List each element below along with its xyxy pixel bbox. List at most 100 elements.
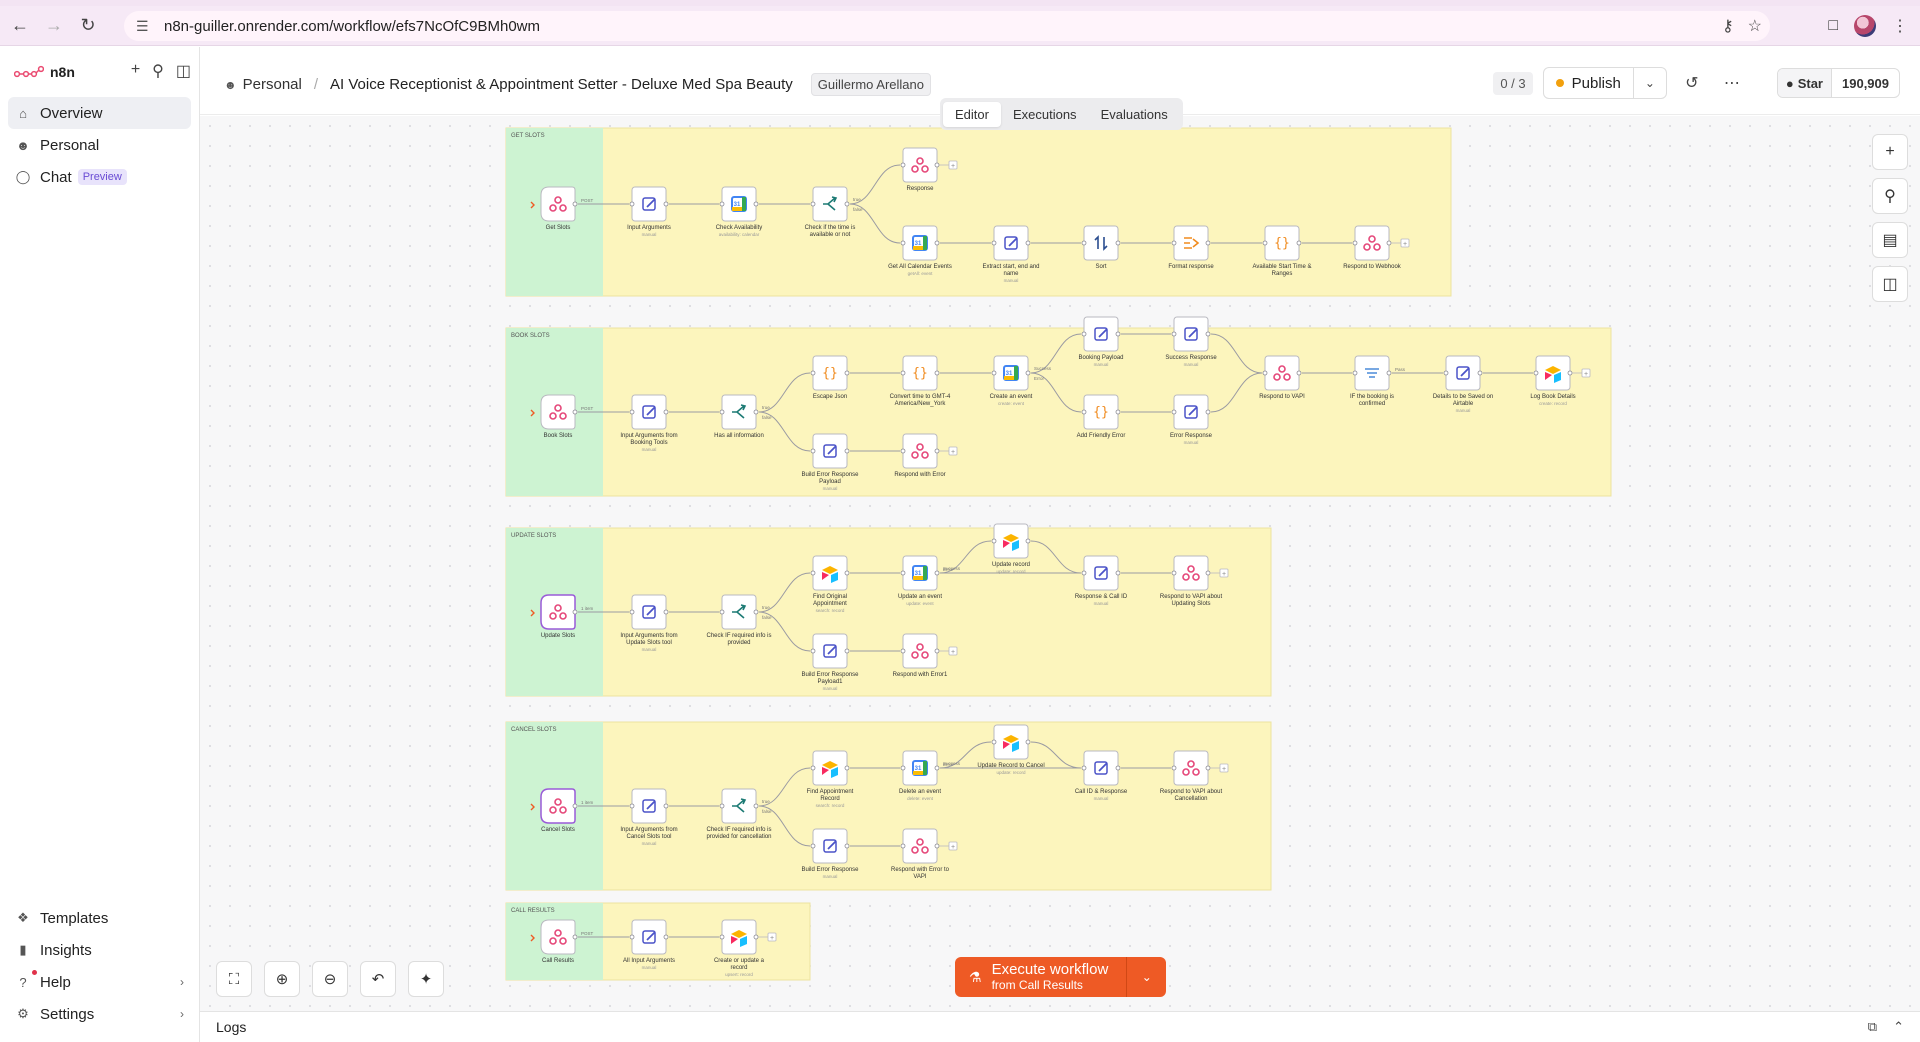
- output-handle[interactable]: [1205, 765, 1211, 771]
- input-handle[interactable]: [1262, 370, 1268, 376]
- input-handle[interactable]: [991, 240, 997, 246]
- output-handle[interactable]: [753, 201, 759, 207]
- input-handle[interactable]: [719, 609, 725, 615]
- input-handle[interactable]: [810, 370, 816, 376]
- output-handle[interactable]: [572, 934, 578, 940]
- more-options-icon[interactable]: ⋯: [1717, 73, 1747, 93]
- output-handle[interactable]: [663, 934, 669, 940]
- workflow-node[interactable]: Format response: [1168, 225, 1214, 270]
- sidebar-item-chat[interactable]: ◯ Chat Preview: [8, 161, 191, 193]
- output-handle[interactable]: [572, 409, 578, 415]
- sidebar-item-insights[interactable]: ▮ Insights: [8, 934, 192, 966]
- zoom-out-icon[interactable]: ⊖: [312, 961, 348, 997]
- output-handle[interactable]: [844, 201, 850, 207]
- output-handle[interactable]: [1025, 370, 1031, 376]
- output-handle[interactable]: [844, 370, 850, 376]
- output-handle[interactable]: [753, 409, 759, 415]
- tab-editor[interactable]: Editor: [943, 101, 1001, 127]
- output-handle[interactable]: [934, 570, 940, 576]
- output-handle[interactable]: [753, 609, 759, 615]
- sidebar-item-help[interactable]: ? Help ›: [8, 966, 192, 998]
- output-handle[interactable]: [844, 448, 850, 454]
- input-handle[interactable]: [1081, 240, 1087, 246]
- input-handle[interactable]: [900, 570, 906, 576]
- chevron-down-icon[interactable]: ⌄: [1634, 76, 1666, 90]
- panel-toggle-icon[interactable]: ◫: [1872, 266, 1908, 302]
- output-handle[interactable]: [934, 240, 940, 246]
- pop-out-icon[interactable]: ⧉: [1868, 1019, 1877, 1035]
- input-handle[interactable]: [1171, 409, 1177, 415]
- workflow-node[interactable]: 31 Create an eventcreate: event: [990, 355, 1033, 406]
- search-icon[interactable]: ⚲: [152, 61, 164, 81]
- output-handle[interactable]: [1205, 331, 1211, 337]
- sticky-note-icon[interactable]: ▤: [1872, 222, 1908, 258]
- reload-icon[interactable]: ↻: [74, 12, 102, 40]
- output-handle[interactable]: [934, 648, 940, 654]
- workflow-node[interactable]: Respond to VAPI: [1259, 355, 1305, 400]
- input-handle[interactable]: [629, 609, 635, 615]
- input-handle[interactable]: [1533, 370, 1539, 376]
- workflow-node[interactable]: IF the booking isconfirmed: [1350, 355, 1394, 407]
- input-handle[interactable]: [1171, 331, 1177, 337]
- workflow-node[interactable]: Find OriginalAppointmentsearch: record: [810, 555, 850, 613]
- input-handle[interactable]: [810, 843, 816, 849]
- address-bar[interactable]: ☰ n8n-guiller.onrender.com/workflow/efs7…: [124, 11, 1770, 41]
- input-handle[interactable]: [1171, 240, 1177, 246]
- output-handle[interactable]: [844, 843, 850, 849]
- input-handle[interactable]: [1171, 765, 1177, 771]
- input-handle[interactable]: [719, 934, 725, 940]
- add-node-icon[interactable]: +: [1872, 134, 1908, 170]
- input-handle[interactable]: [900, 240, 906, 246]
- input-handle[interactable]: [719, 201, 725, 207]
- password-key-icon[interactable]: ⚷: [1722, 16, 1734, 36]
- workflow-tag[interactable]: Guillermo Arellano: [810, 73, 931, 96]
- output-handle[interactable]: [1115, 570, 1121, 576]
- workflow-node[interactable]: {} Add Friendly Error: [1077, 394, 1126, 439]
- output-handle[interactable]: [1205, 240, 1211, 246]
- sidebar-item-settings[interactable]: ⚙ Settings ›: [8, 998, 192, 1030]
- workflow-node[interactable]: Update recordupdate: record: [991, 523, 1031, 574]
- workflow-node[interactable]: 31 Update an eventupdate: event: [898, 555, 942, 606]
- output-handle[interactable]: [1025, 240, 1031, 246]
- input-handle[interactable]: [900, 448, 906, 454]
- site-info-icon[interactable]: ☰: [136, 18, 154, 35]
- input-handle[interactable]: [1352, 240, 1358, 246]
- input-handle[interactable]: [810, 201, 816, 207]
- output-handle[interactable]: [934, 162, 940, 168]
- output-handle[interactable]: [1025, 739, 1031, 745]
- input-handle[interactable]: [810, 570, 816, 576]
- chevron-down-icon[interactable]: ⌄: [1126, 957, 1167, 997]
- workflow-node[interactable]: 31 Check Availabilityavailability: calend…: [716, 186, 763, 237]
- output-handle[interactable]: [844, 648, 850, 654]
- zoom-in-icon[interactable]: ⊕: [264, 961, 300, 997]
- input-handle[interactable]: [1352, 370, 1358, 376]
- input-handle[interactable]: [1081, 570, 1087, 576]
- output-handle[interactable]: [1205, 570, 1211, 576]
- output-handle[interactable]: [663, 409, 669, 415]
- input-handle[interactable]: [629, 409, 635, 415]
- input-handle[interactable]: [719, 803, 725, 809]
- input-handle[interactable]: [1443, 370, 1449, 376]
- output-handle[interactable]: [1296, 240, 1302, 246]
- workflow-name[interactable]: AI Voice Receptionist & Appointment Sett…: [330, 76, 793, 93]
- sidebar-item-personal[interactable]: ☻ Personal: [8, 129, 191, 161]
- browser-menu-icon[interactable]: ⋮: [1892, 16, 1908, 36]
- history-icon[interactable]: ↺: [1677, 73, 1707, 93]
- output-handle[interactable]: [934, 843, 940, 849]
- input-handle[interactable]: [1081, 331, 1087, 337]
- input-handle[interactable]: [629, 803, 635, 809]
- input-handle[interactable]: [900, 648, 906, 654]
- input-handle[interactable]: [719, 409, 725, 415]
- output-handle[interactable]: [1025, 538, 1031, 544]
- output-handle[interactable]: [934, 765, 940, 771]
- workflow-canvas[interactable]: GET SLOTS BOOK SLOTS UPDATE SLOTS CANCEL SL…: [200, 116, 1920, 1011]
- output-handle[interactable]: [572, 803, 578, 809]
- input-handle[interactable]: [900, 765, 906, 771]
- input-handle[interactable]: [991, 370, 997, 376]
- n8n-logo-icon[interactable]: [14, 65, 44, 79]
- input-handle[interactable]: [810, 648, 816, 654]
- output-handle[interactable]: [663, 803, 669, 809]
- input-handle[interactable]: [810, 765, 816, 771]
- forward-icon[interactable]: →: [40, 12, 68, 40]
- undo-icon[interactable]: ↶: [360, 961, 396, 997]
